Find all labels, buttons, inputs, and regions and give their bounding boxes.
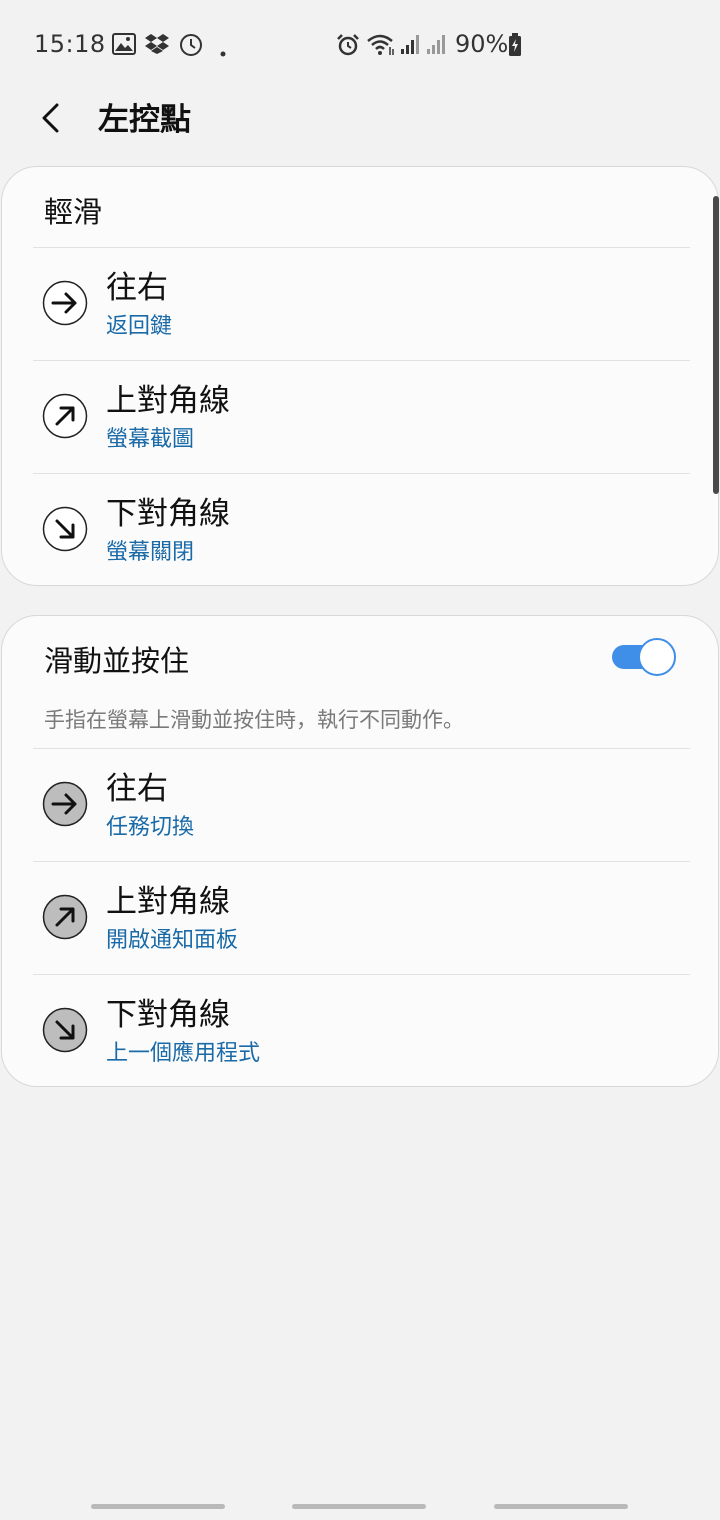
- status-time: 15:18: [34, 30, 106, 58]
- navigation-bar: [0, 1490, 720, 1520]
- signal-icon: [400, 33, 422, 59]
- swipe-item-up-diagonal[interactable]: 上對角線 螢幕截圖: [2, 361, 718, 473]
- row-value: 上一個應用程式: [106, 1041, 261, 1066]
- toggle-knob: [638, 638, 676, 676]
- nav-back-pill[interactable]: [494, 1504, 628, 1509]
- wifi-icon: [366, 33, 396, 61]
- arrow-up-right-icon: [42, 393, 88, 439]
- swipe-item-down-diagonal[interactable]: 下對角線 螢幕關閉: [2, 474, 718, 585]
- row-label: 往右: [106, 771, 168, 807]
- status-bar: 15:18 90%: [0, 0, 720, 90]
- row-value: 任務切換: [106, 815, 195, 840]
- swipe-hold-card: 滑動並按住 手指在螢幕上滑動並按住時，執行不同動作。 往右 任務切換 上對角線 …: [1, 615, 719, 1087]
- section-title-swipe-hold: 滑動並按住: [44, 644, 190, 678]
- swipe-hold-toggle[interactable]: [610, 638, 676, 676]
- hold-item-down-diagonal[interactable]: 下對角線 上一個應用程式: [2, 975, 718, 1086]
- signal-icon: [426, 33, 448, 59]
- row-label: 下對角線: [106, 997, 230, 1033]
- swipe-item-right[interactable]: 往右 返回鍵: [2, 248, 718, 360]
- nav-recents-pill[interactable]: [91, 1504, 225, 1509]
- row-value: 螢幕截圖: [106, 427, 195, 452]
- row-label: 上對角線: [106, 383, 230, 419]
- gallery-icon: [112, 33, 136, 59]
- alarm-icon: [336, 33, 360, 61]
- battery-charging-icon: [508, 33, 522, 61]
- arrow-right-icon: [42, 781, 88, 827]
- hold-item-right[interactable]: 往右 任務切換: [2, 749, 718, 861]
- swipe-card: 輕滑 往右 返回鍵 上對角線 螢幕截圖 下對角線 螢幕關閉: [1, 166, 719, 586]
- scrollbar[interactable]: [713, 196, 719, 494]
- clock-icon: [178, 33, 204, 61]
- hold-item-up-diagonal[interactable]: 上對角線 開啟通知面板: [2, 862, 718, 974]
- arrow-right-icon: [42, 280, 88, 326]
- arrow-down-right-icon: [42, 506, 88, 552]
- row-label: 上對角線: [106, 884, 230, 920]
- row-value: 返回鍵: [106, 314, 173, 339]
- nav-home-pill[interactable]: [292, 1504, 426, 1509]
- arrow-up-right-icon: [42, 894, 88, 940]
- page-title: 左控點: [98, 102, 191, 138]
- battery-percent: 90%: [455, 30, 509, 58]
- dot-icon: [220, 42, 226, 61]
- arrow-down-right-icon: [42, 1007, 88, 1053]
- dropbox-icon: [144, 33, 170, 59]
- row-label: 下對角線: [106, 496, 230, 532]
- app-header: 左控點: [0, 90, 720, 150]
- row-value: 開啟通知面板: [106, 928, 239, 953]
- back-button[interactable]: [28, 92, 72, 144]
- section-title-swipe: 輕滑: [44, 195, 103, 229]
- chevron-left-icon: [42, 103, 59, 133]
- row-value: 螢幕關閉: [106, 540, 195, 565]
- row-label: 往右: [106, 270, 168, 306]
- section-description: 手指在螢幕上滑動並按住時，執行不同動作。: [44, 708, 464, 732]
